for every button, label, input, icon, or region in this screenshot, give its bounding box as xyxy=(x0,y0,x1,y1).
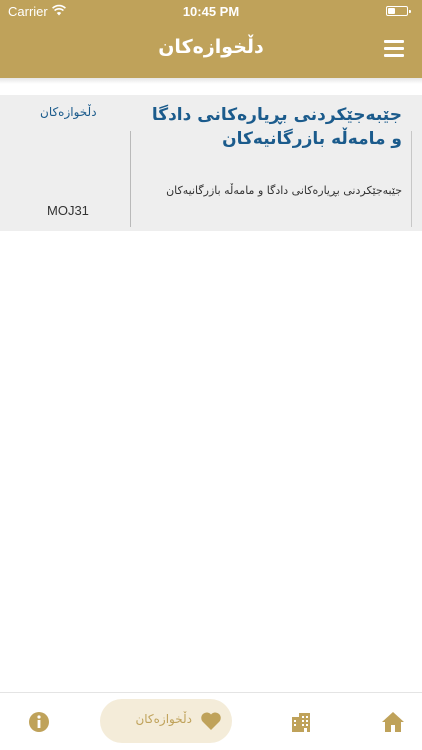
tab-bar: دڵخوازەکان xyxy=(0,692,422,750)
menu-icon[interactable] xyxy=(384,40,404,58)
home-icon xyxy=(382,712,404,732)
header-shadow xyxy=(0,78,422,84)
header: Carrier 10:45 PM دڵخوازەکان xyxy=(0,0,422,78)
tab-info[interactable] xyxy=(28,711,50,733)
tab-organizations[interactable] xyxy=(290,711,312,733)
status-bar: Carrier 10:45 PM xyxy=(0,0,422,22)
info-icon xyxy=(29,712,49,732)
card-divider xyxy=(130,131,131,227)
heart-icon xyxy=(201,712,221,730)
card-divider-right xyxy=(411,131,412,227)
item-category: دڵخوازەکان xyxy=(40,105,97,119)
item-code: MOJ31 xyxy=(47,203,89,218)
tab-favorites[interactable]: دڵخوازەکان xyxy=(100,699,232,743)
status-time: 10:45 PM xyxy=(182,4,240,19)
item-description: جێبەجێکردنی بڕیارەکانی دادگا و مامەڵە با… xyxy=(166,184,402,197)
tab-home[interactable] xyxy=(381,711,405,733)
building-icon xyxy=(292,713,310,732)
tab-favorites-label: دڵخوازەکان xyxy=(135,712,192,726)
page-title: دڵخوازەکان xyxy=(158,36,264,58)
favorite-item-card[interactable]: جێبەجێکردنی بڕیارەکانی دادگا و مامەڵە با… xyxy=(0,95,422,231)
battery-icon xyxy=(386,6,411,16)
item-title: جێبەجێکردنی بڕیارەکانی دادگا و مامەڵە با… xyxy=(151,105,402,149)
